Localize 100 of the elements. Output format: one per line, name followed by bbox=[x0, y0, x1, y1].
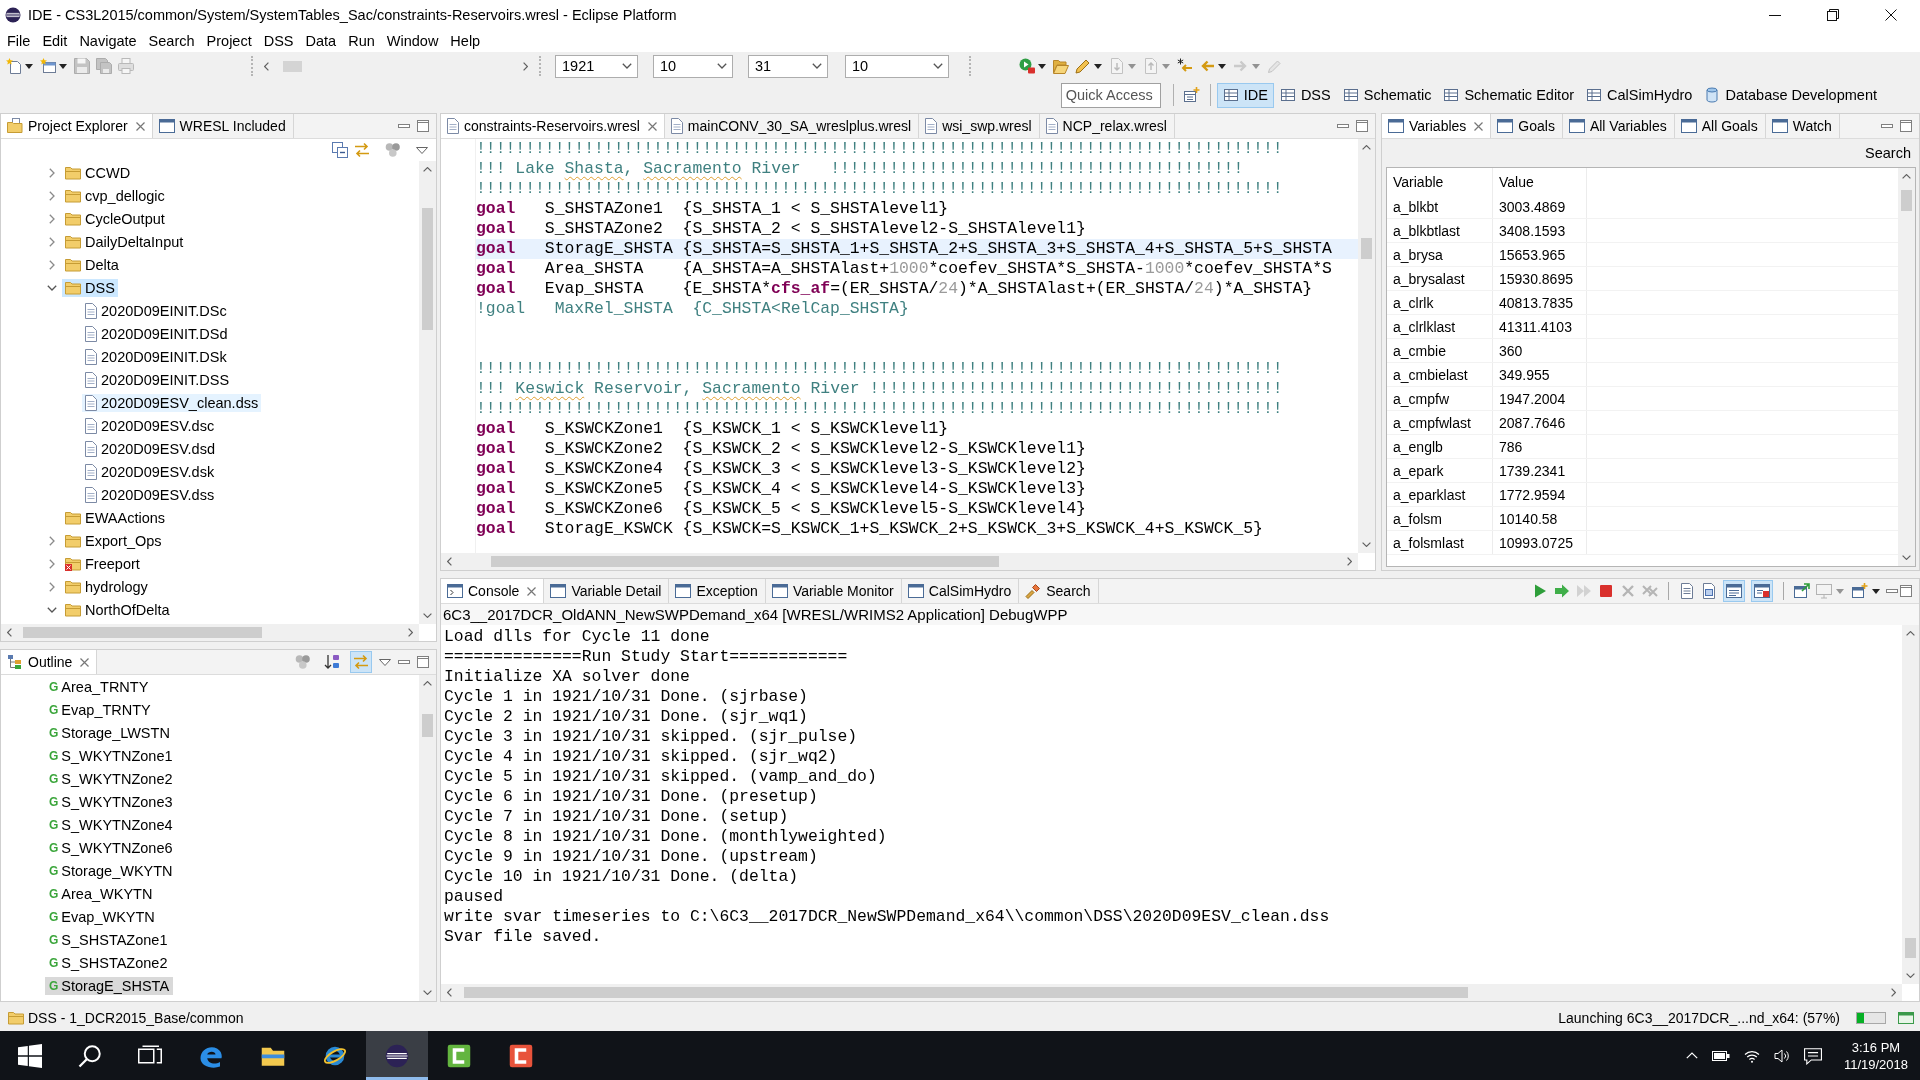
chevron-right-icon[interactable] bbox=[49, 167, 55, 178]
clock-date[interactable]: 11/19/2018 bbox=[1843, 1055, 1908, 1073]
close-icon[interactable] bbox=[1885, 9, 1897, 21]
battery-icon[interactable] bbox=[1711, 1050, 1730, 1061]
collapse-all-icon[interactable] bbox=[332, 142, 348, 158]
tree-item[interactable]: Freeport bbox=[62, 554, 143, 573]
tree-item[interactable]: 2020D09ESV.dsd bbox=[82, 439, 218, 458]
chevron-left-icon[interactable] bbox=[264, 61, 269, 71]
tree-item[interactable]: 2020D09ESV.dsk bbox=[82, 462, 218, 481]
circles-icon[interactable] bbox=[385, 142, 401, 158]
table-plus-icon[interactable] bbox=[1183, 87, 1200, 103]
perspective-button[interactable]: Schematic bbox=[1336, 82, 1438, 108]
outline-item[interactable]: G S_SHSTAZone2 bbox=[45, 953, 172, 972]
tree-item[interactable]: Export_Ops bbox=[62, 531, 165, 550]
view-tab[interactable]: Variables bbox=[1382, 114, 1492, 138]
chevron-right-icon[interactable] bbox=[49, 581, 55, 592]
chevron-right-icon[interactable] bbox=[523, 61, 528, 71]
play-icon[interactable] bbox=[1532, 583, 1548, 599]
outline-item[interactable]: G Area_WKYTN bbox=[45, 884, 158, 903]
vertical-scrollbar[interactable] bbox=[419, 161, 436, 624]
perspective-button[interactable]: DSS bbox=[1273, 82, 1337, 108]
chevron-left-icon[interactable] bbox=[447, 557, 452, 566]
outline-item[interactable]: G Evap_WKYTN bbox=[45, 907, 159, 926]
chevron-down-icon[interactable] bbox=[423, 613, 432, 618]
tree-item[interactable]: NorthOfDelta bbox=[62, 600, 173, 619]
chevron-left-icon[interactable] bbox=[447, 988, 452, 997]
outline-item[interactable]: G S_WKYTNZone2 bbox=[45, 769, 177, 788]
tree-item[interactable]: 2020D09EINIT.DSc bbox=[82, 301, 230, 320]
chevron-down-icon[interactable] bbox=[423, 990, 432, 995]
run-icon[interactable] bbox=[1019, 58, 1035, 74]
scrollbar-thumb[interactable] bbox=[1901, 190, 1912, 211]
chevron-down-icon[interactable] bbox=[1906, 973, 1915, 978]
maximize-icon[interactable] bbox=[1900, 585, 1912, 597]
taskbar-button[interactable] bbox=[366, 1031, 428, 1080]
restore-icon[interactable] bbox=[1827, 9, 1839, 21]
tree-item[interactable]: hydrology bbox=[62, 577, 151, 596]
menu-item[interactable]: File bbox=[1, 33, 37, 49]
caret-icon[interactable] bbox=[1218, 63, 1226, 69]
editor-tab[interactable]: constraints-Reservoirs.wresl bbox=[441, 114, 665, 138]
window-stop-icon[interactable] bbox=[1751, 580, 1773, 602]
combo-box[interactable]: 10 bbox=[653, 54, 733, 78]
outline-item[interactable]: G S_SHSTAZone1 bbox=[45, 930, 172, 949]
menu-item[interactable]: Navigate bbox=[73, 33, 143, 49]
vertical-scrollbar[interactable] bbox=[419, 675, 436, 1001]
maximize-icon[interactable] bbox=[1900, 120, 1912, 132]
start-icon[interactable] bbox=[18, 1043, 42, 1068]
tree-item[interactable]: DSS bbox=[62, 278, 118, 297]
tree-item[interactable]: DailyDeltaInput bbox=[62, 232, 187, 251]
scrollbar-thumb[interactable] bbox=[23, 627, 262, 638]
tree-item[interactable]: 2020D09ESV.dsc bbox=[82, 416, 218, 435]
chevron-down-icon[interactable] bbox=[1362, 542, 1371, 547]
outline-item[interactable]: G Evap_TRNTY bbox=[45, 700, 158, 719]
chevron-right-icon[interactable] bbox=[49, 259, 55, 270]
perspective-button[interactable]: Database Development bbox=[1698, 82, 1883, 108]
outline-item[interactable]: G S_WKYTNZone4 bbox=[45, 815, 177, 834]
sort-icon[interactable] bbox=[324, 654, 340, 670]
menu-item[interactable]: Window bbox=[380, 33, 445, 49]
chevron-left-icon[interactable] bbox=[7, 628, 12, 637]
chevron-right-icon[interactable] bbox=[49, 558, 55, 569]
window-plus-icon[interactable] bbox=[1852, 583, 1868, 599]
minimize-icon[interactable] bbox=[1769, 14, 1781, 16]
maximize-icon[interactable] bbox=[417, 656, 429, 668]
swap-arrows-icon[interactable] bbox=[354, 142, 370, 158]
chevron-down-icon[interactable] bbox=[47, 606, 57, 613]
combo-box[interactable]: 1921 bbox=[555, 54, 638, 78]
outline-item[interactable]: G S_WKYTNZone3 bbox=[45, 792, 177, 811]
view-tab[interactable]: Project Explorer bbox=[1, 114, 153, 138]
view-menu-icon[interactable] bbox=[416, 146, 428, 154]
tree-item[interactable]: 2020D09ESV_clean.dss bbox=[82, 393, 262, 412]
perspective-button[interactable]: CalSimHydro bbox=[1580, 82, 1699, 108]
window-star-icon[interactable] bbox=[40, 58, 56, 74]
caret-icon[interactable] bbox=[1872, 588, 1880, 594]
stop-icon[interactable] bbox=[1598, 583, 1614, 599]
column-header[interactable]: Value bbox=[1493, 168, 1587, 195]
tree-item[interactable]: 2020D09EINIT.DSk bbox=[82, 347, 230, 366]
open-folder-icon[interactable] bbox=[1053, 58, 1069, 74]
chevron-right-icon[interactable] bbox=[1347, 557, 1352, 566]
circles-icon[interactable] bbox=[295, 654, 311, 670]
chevron-right-icon[interactable] bbox=[49, 190, 55, 201]
window-icon[interactable] bbox=[1898, 1009, 1914, 1026]
outline-item[interactable]: G Area_TRNTY bbox=[45, 677, 158, 696]
scrollbar-thumb[interactable] bbox=[1905, 938, 1916, 958]
search-icon[interactable] bbox=[78, 1043, 102, 1068]
outline-item[interactable]: G Storage_WKYTN bbox=[45, 861, 177, 880]
window-lines-icon[interactable] bbox=[1723, 580, 1745, 602]
clock-time[interactable]: 3:16 PM bbox=[1851, 1038, 1901, 1056]
tree-item[interactable]: CycleOutput bbox=[62, 209, 168, 228]
combo-box[interactable]: 10 bbox=[845, 54, 949, 78]
horizontal-scrollbar[interactable] bbox=[441, 553, 1358, 570]
column-header[interactable]: Variable bbox=[1387, 168, 1493, 195]
menu-item[interactable]: Help bbox=[444, 33, 487, 49]
chevron-right-icon[interactable] bbox=[49, 535, 55, 546]
horizontal-scrollbar[interactable] bbox=[1, 624, 419, 641]
page-lines-icon[interactable] bbox=[1679, 583, 1695, 599]
scrollbar-thumb[interactable] bbox=[1361, 238, 1372, 259]
tree-item[interactable]: EWAActions bbox=[62, 508, 169, 527]
outline-item[interactable]: G StoragE_SHSTA bbox=[45, 976, 174, 995]
maximize-icon[interactable] bbox=[417, 120, 429, 132]
vertical-scrollbar[interactable] bbox=[1902, 625, 1919, 984]
menu-item[interactable]: Data bbox=[299, 33, 343, 49]
